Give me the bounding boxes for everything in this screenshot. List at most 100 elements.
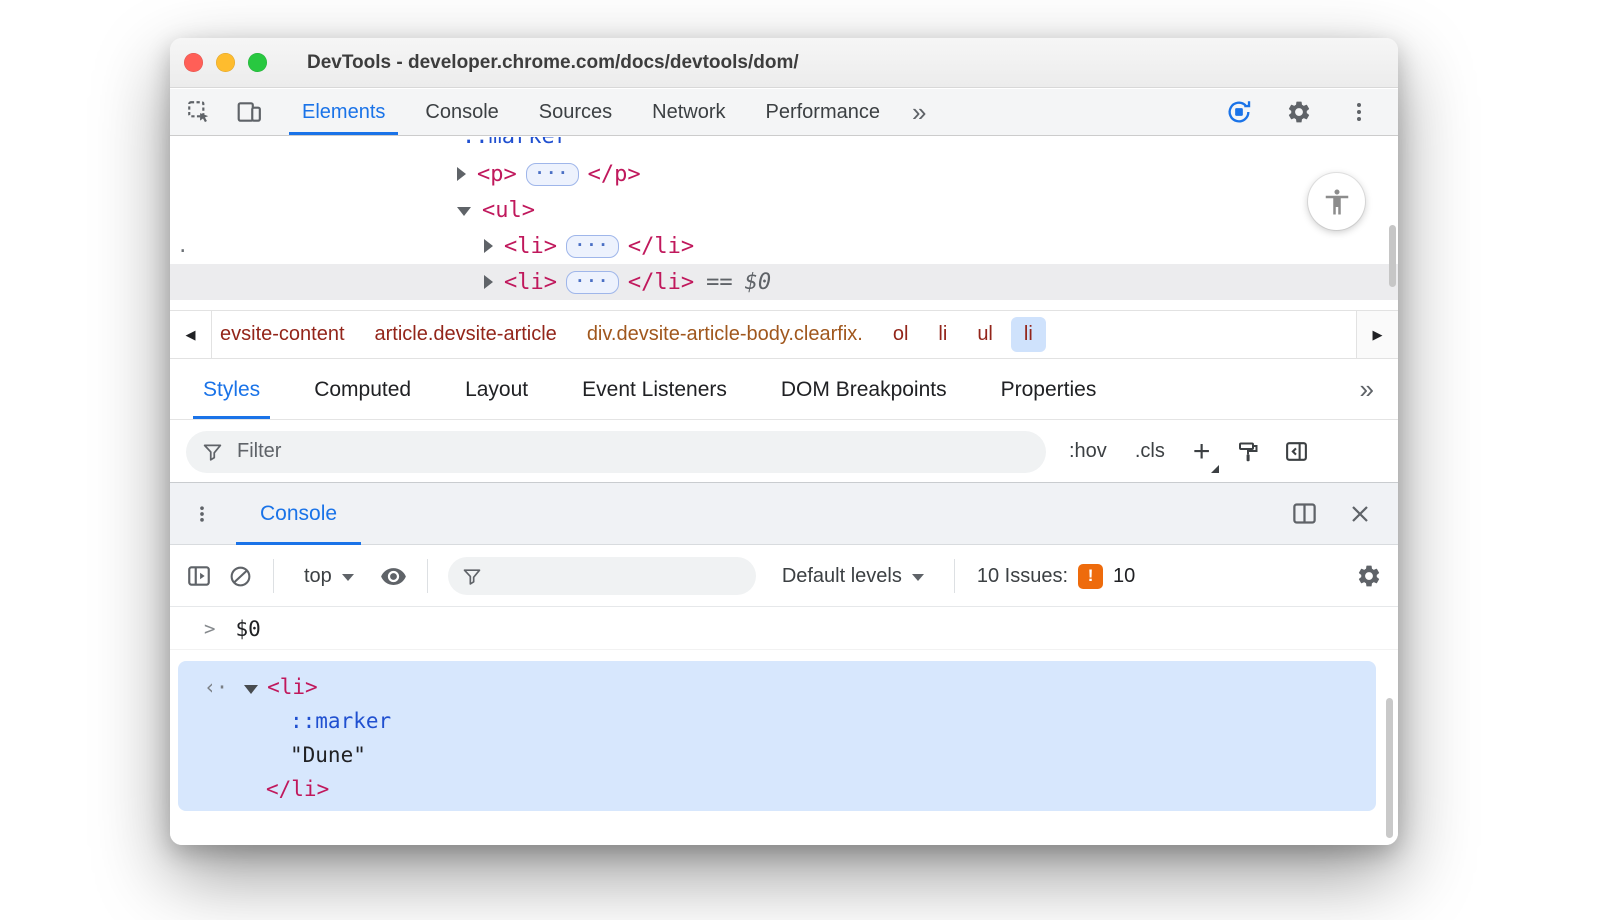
- inspect-element-icon[interactable]: [178, 92, 220, 132]
- drawer-menu-kebab-icon[interactable]: [170, 483, 222, 544]
- console-sidebar-icon[interactable]: [186, 563, 212, 589]
- accessibility-icon[interactable]: [1308, 173, 1365, 230]
- dom-node-marker-clipped[interactable]: ::marker: [462, 137, 568, 152]
- tag-open: <ul>: [482, 198, 535, 223]
- dom-node-p[interactable]: <p> </p>: [170, 156, 1398, 192]
- tab-performance[interactable]: Performance: [749, 89, 898, 135]
- panel-tabs: Elements Console Sources Network Perform…: [282, 89, 936, 135]
- tab-sources[interactable]: Sources: [522, 89, 629, 135]
- breadcrumb-scroll-right-icon[interactable]: ▶: [1356, 311, 1398, 358]
- tag-open: <p>: [477, 162, 517, 187]
- expand-arrow-icon[interactable]: [457, 167, 466, 181]
- breadcrumb-item[interactable]: ol: [878, 323, 924, 346]
- element-classes-button[interactable]: .cls: [1124, 440, 1176, 463]
- tab-elements[interactable]: Elements: [285, 89, 402, 135]
- styles-filter-input[interactable]: [235, 439, 1030, 464]
- console-result-highlighted: ‹· <li> ::marker "Dune" </li>: [178, 661, 1376, 811]
- issues-warning-icon: [1078, 564, 1103, 589]
- console-filter-pill[interactable]: [448, 557, 756, 595]
- console-toolbar: top Default levels 10 Issues: 10: [170, 546, 1398, 607]
- inline-expand-button[interactable]: [566, 271, 619, 294]
- issues-counter[interactable]: 10 Issues: 10: [975, 564, 1135, 589]
- styles-filter-pill[interactable]: [186, 431, 1046, 473]
- tab-styles[interactable]: Styles: [187, 360, 276, 419]
- paint-roller-icon[interactable]: [1227, 440, 1269, 464]
- drawer-tab-console[interactable]: Console: [236, 483, 361, 544]
- expand-arrow-icon[interactable]: [484, 239, 493, 253]
- tab-properties[interactable]: Properties: [985, 360, 1113, 419]
- issues-count: 10: [1113, 565, 1135, 588]
- styles-toolbar: :hov .cls +: [170, 421, 1398, 482]
- close-window-button[interactable]: [184, 53, 203, 72]
- split-panel-icon[interactable]: [1291, 500, 1318, 527]
- collapse-arrow-icon[interactable]: [244, 685, 258, 694]
- breadcrumb-item[interactable]: article.devsite-article: [360, 323, 572, 346]
- sidebar-pane-tabs: Styles Computed Layout Event Listeners D…: [170, 360, 1398, 420]
- inline-expand-button[interactable]: [566, 235, 619, 258]
- tag-close: </p>: [588, 162, 641, 187]
- console-settings-gear-icon[interactable]: [1356, 563, 1382, 589]
- dom-breadcrumbs: ◀ evsite-content article.devsite-article…: [170, 310, 1398, 359]
- elements-scrollbar[interactable]: [1389, 225, 1396, 287]
- window-title: DevTools - developer.chrome.com/docs/dev…: [307, 52, 799, 74]
- console-prompt-icon: >: [204, 618, 215, 640]
- dom-node-li-selected[interactable]: <li> </li> == $0: [170, 264, 1398, 300]
- tab-console[interactable]: Console: [408, 89, 515, 135]
- chevron-down-icon: [912, 574, 924, 581]
- result-tag-close: </li>: [266, 777, 329, 801]
- expand-arrow-icon[interactable]: [484, 275, 493, 289]
- dom-node-ul[interactable]: <ul>: [170, 192, 1398, 228]
- tab-layout[interactable]: Layout: [449, 360, 544, 419]
- zoom-window-button[interactable]: [248, 53, 267, 72]
- traffic-lights: [170, 53, 267, 72]
- eye-icon[interactable]: [380, 563, 407, 590]
- breadcrumb-list: evsite-content article.devsite-article d…: [212, 311, 1356, 358]
- clear-console-icon[interactable]: [228, 564, 253, 589]
- breadcrumb-item[interactable]: li: [923, 323, 962, 346]
- console-filter-input[interactable]: [492, 564, 742, 589]
- elements-tree-panel: ::marker . … <p> </p> <ul> <li> </li> <l…: [170, 137, 1398, 310]
- close-drawer-icon[interactable]: [1348, 502, 1372, 526]
- equals-sign: ==: [706, 270, 733, 295]
- tab-event-listeners[interactable]: Event Listeners: [566, 360, 743, 419]
- console-history-entry[interactable]: > $0: [170, 608, 1398, 650]
- divider: [273, 559, 274, 593]
- new-style-rule-button[interactable]: +: [1182, 437, 1222, 467]
- breadcrumb-item-selected[interactable]: li: [1011, 317, 1046, 352]
- result-text-node: "Dune": [290, 743, 366, 767]
- context-selector[interactable]: top: [294, 565, 364, 588]
- kebab-menu-icon[interactable]: [1338, 92, 1380, 132]
- refresh-icon[interactable]: [1218, 92, 1260, 132]
- filter-funnel-icon: [202, 441, 223, 462]
- console-scrollbar[interactable]: [1386, 698, 1393, 838]
- tab-computed[interactable]: Computed: [298, 360, 427, 419]
- tag-close: </li>: [628, 270, 694, 295]
- dom-node-li[interactable]: <li> </li>: [170, 228, 1398, 264]
- more-panes-icon[interactable]: »: [1360, 360, 1398, 419]
- settings-gear-icon[interactable]: [1278, 92, 1320, 132]
- breadcrumb-item[interactable]: evsite-content: [214, 323, 360, 346]
- tag-close: </li>: [628, 234, 694, 259]
- log-levels-dropdown[interactable]: Default levels: [772, 565, 934, 588]
- tag-open: <li>: [504, 270, 557, 295]
- chevron-down-icon: [342, 574, 354, 581]
- collapse-arrow-icon[interactable]: [457, 207, 471, 216]
- result-tag-open: <li>: [267, 675, 318, 699]
- toggle-element-state-button[interactable]: :hov: [1058, 440, 1118, 463]
- tab-network[interactable]: Network: [635, 89, 742, 135]
- inline-expand-button[interactable]: [526, 163, 579, 186]
- tab-dom-breakpoints[interactable]: DOM Breakpoints: [765, 360, 963, 419]
- device-toolbar-icon[interactable]: [228, 92, 270, 132]
- more-tabs-icon[interactable]: »: [900, 89, 936, 135]
- tag-open: <li>: [504, 234, 557, 259]
- dollar-zero-ref: $0: [745, 270, 772, 295]
- console-expression: $0: [235, 617, 260, 641]
- drawer-header: Console: [170, 482, 1398, 545]
- devtools-main-toolbar: Elements Console Sources Network Perform…: [170, 89, 1398, 136]
- breadcrumb-item[interactable]: div.devsite-article-body.clearfix.: [572, 323, 878, 346]
- divider: [427, 559, 428, 593]
- breadcrumb-scroll-left-icon[interactable]: ◀: [170, 311, 212, 358]
- minimize-window-button[interactable]: [216, 53, 235, 72]
- toggle-sidebar-icon[interactable]: [1275, 439, 1318, 464]
- breadcrumb-item[interactable]: ul: [962, 323, 1008, 346]
